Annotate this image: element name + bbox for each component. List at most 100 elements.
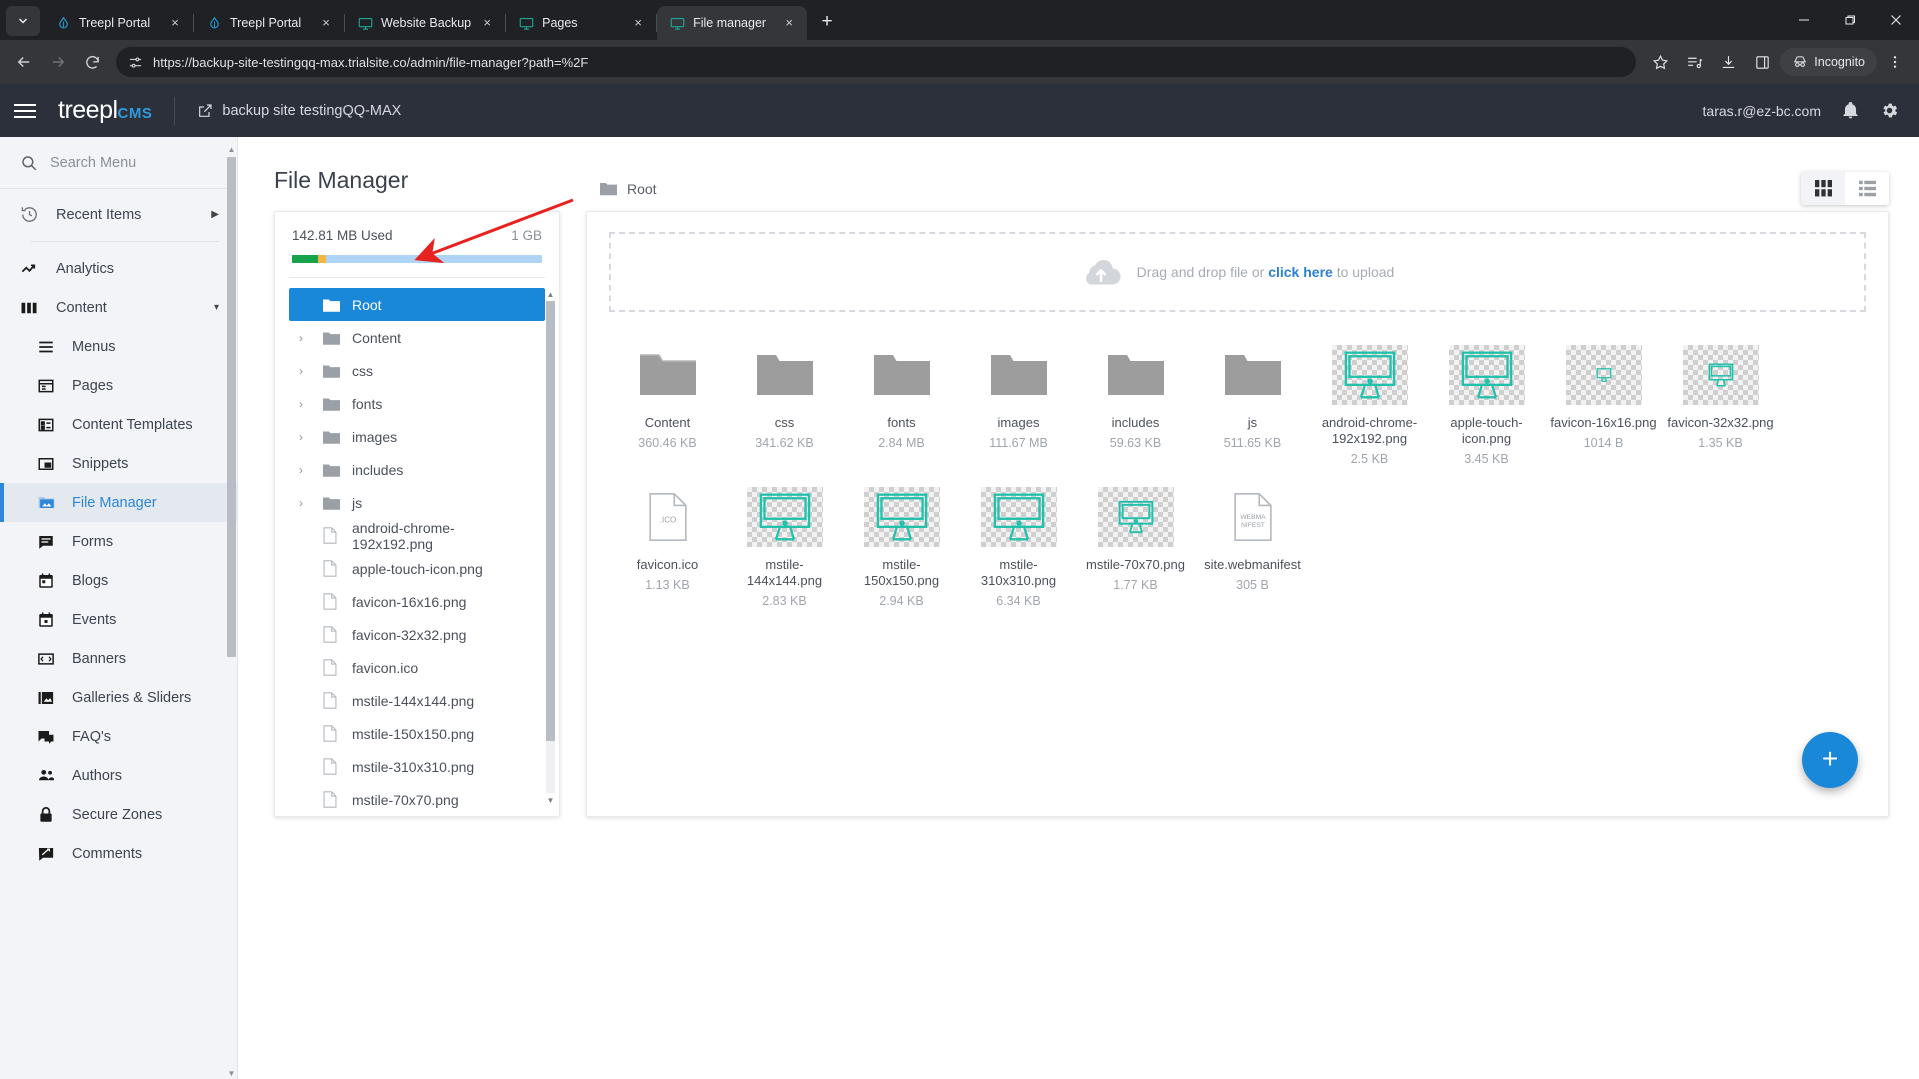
tab-close-icon[interactable]: × <box>479 15 495 31</box>
scroll-up-arrow-icon[interactable]: ▲ <box>546 288 555 300</box>
file-grid-item[interactable]: includes 59.63 KB <box>1077 338 1194 480</box>
tree-node-file[interactable]: › mstile-70x70.png <box>289 783 545 816</box>
sidebar-item-content[interactable]: Content ▾ <box>0 288 237 327</box>
incognito-indicator[interactable]: Incognito <box>1780 48 1877 76</box>
tree-scrollbar-thumb[interactable] <box>546 301 555 741</box>
tree-node-fonts[interactable]: › fonts <box>289 387 545 420</box>
file-grid-item[interactable]: fonts 2.84 MB <box>843 338 960 480</box>
tree-node-includes[interactable]: › includes <box>289 453 545 486</box>
scroll-up-arrow-icon[interactable]: ▲ <box>227 143 236 155</box>
file-grid-item[interactable]: favicon-32x32.png 1.35 KB <box>1662 338 1779 480</box>
file-grid-item[interactable]: js 511.65 KB <box>1194 338 1311 480</box>
settings-gear-icon[interactable] <box>1880 101 1899 120</box>
file-grid-item[interactable]: mstile-70x70.png 1.77 KB <box>1077 480 1194 622</box>
file-grid-item[interactable]: android-chrome-192x192.png 2.5 KB <box>1311 338 1428 480</box>
tab-search-button[interactable] <box>6 6 40 36</box>
chevron-right-icon[interactable]: › <box>299 331 312 345</box>
file-grid-item[interactable]: apple-touch-icon.png 3.45 KB <box>1428 338 1545 480</box>
window-close-icon[interactable] <box>1873 3 1919 37</box>
chevron-right-icon[interactable]: › <box>299 463 312 477</box>
chevron-right-icon[interactable]: › <box>299 397 312 411</box>
file-grid-item[interactable]: mstile-150x150.png 2.94 KB <box>843 480 960 622</box>
browser-tab-2[interactable]: Website Backup × <box>345 6 505 40</box>
reload-button-icon[interactable] <box>76 46 108 78</box>
site-settings-icon[interactable] <box>128 55 143 70</box>
window-maximize-icon[interactable] <box>1827 3 1873 37</box>
tree-node-file[interactable]: › favicon-16x16.png <box>289 585 545 618</box>
tree-node-root[interactable]: › Root <box>289 288 545 321</box>
sidebar-item-recent-items[interactable]: Recent Items ▶ <box>0 195 237 234</box>
app-logo[interactable]: treepl CMS <box>58 96 152 125</box>
tab-close-icon[interactable]: × <box>318 15 334 31</box>
sidebar-item-forms[interactable]: Forms <box>0 522 237 561</box>
sidebar-item-faqs[interactable]: FAQ's <box>0 717 237 756</box>
file-grid-item[interactable]: WEBMA NIFEST site.webmanifest 305 B <box>1194 480 1311 622</box>
browser-tab-3[interactable]: Pages × <box>506 6 656 40</box>
tree-node-content[interactable]: › Content <box>289 321 545 354</box>
browser-tab-1[interactable]: Treepl Portal × <box>194 6 344 40</box>
chevron-right-icon[interactable]: › <box>299 430 312 444</box>
file-grid-item[interactable]: .ICO favicon.ico 1.13 KB <box>609 480 726 622</box>
browser-tab-0[interactable]: Treepl Portal × <box>43 6 193 40</box>
tree-node-file[interactable]: › apple-touch-icon.png <box>289 552 545 585</box>
sidebar-item-galleries-sliders[interactable]: Galleries & Sliders <box>0 678 237 717</box>
sidebar-item-menus[interactable]: Menus <box>0 327 237 366</box>
list-view-button[interactable] <box>1845 172 1889 205</box>
tree-node-js[interactable]: › js <box>289 486 545 519</box>
tree-node-images[interactable]: › images <box>289 420 545 453</box>
forward-button-icon[interactable] <box>42 46 74 78</box>
scroll-down-arrow-icon[interactable]: ▼ <box>546 794 555 806</box>
chevron-right-icon[interactable]: › <box>299 364 312 378</box>
file-grid-item[interactable]: Content 360.46 KB <box>609 338 726 480</box>
tree-node-file[interactable]: › favicon.ico <box>289 651 545 684</box>
sidebar-scrollbar-thumb[interactable] <box>227 157 236 657</box>
browser-tab-4-active[interactable]: File manager × <box>657 6 808 40</box>
click-here-link[interactable]: click here <box>1268 264 1333 280</box>
tab-close-icon[interactable]: × <box>781 15 797 31</box>
sidebar-item-file-manager[interactable]: File Manager <box>0 483 237 522</box>
tree-node-file[interactable]: › android-chrome-192x192.png <box>289 519 545 552</box>
file-grid-item[interactable]: images 111.67 MB <box>960 338 1077 480</box>
sidebar-item-banners[interactable]: Banners <box>0 639 237 678</box>
sidebar-item-analytics[interactable]: Analytics <box>0 249 237 288</box>
menu-toggle-button[interactable] <box>14 96 44 126</box>
window-minimize-icon[interactable] <box>1781 3 1827 37</box>
tree-node-file[interactable]: › favicon-32x32.png <box>289 618 545 651</box>
new-tab-button[interactable]: + <box>813 9 841 37</box>
download-icon[interactable] <box>1712 46 1744 78</box>
back-button-icon[interactable] <box>8 46 40 78</box>
file-grid-item[interactable]: css 341.62 KB <box>726 338 843 480</box>
media-list-icon[interactable] <box>1678 46 1710 78</box>
site-link[interactable]: backup site testingQQ-MAX <box>197 103 401 119</box>
address-bar[interactable]: https://backup-site-testingqq-max.trials… <box>116 47 1637 77</box>
file-grid-item[interactable]: favicon-16x16.png 1014 B <box>1545 338 1662 480</box>
sidebar-item-authors[interactable]: Authors <box>0 756 237 795</box>
file-grid-item[interactable]: mstile-310x310.png 6.34 KB <box>960 480 1077 622</box>
sidebar-item-comments[interactable]: Comments <box>0 834 237 873</box>
sidebar-item-events[interactable]: Events <box>0 600 237 639</box>
sidebar-item-pages[interactable]: Pages <box>0 366 237 405</box>
add-new-button[interactable]: + <box>1802 732 1858 788</box>
tree-node-css[interactable]: › css <box>289 354 545 387</box>
breadcrumb[interactable]: Root <box>600 181 657 197</box>
file-grid-item[interactable]: mstile-144x144.png 2.83 KB <box>726 480 843 622</box>
tab-close-icon[interactable]: × <box>630 15 646 31</box>
chevron-right-icon[interactable]: › <box>299 496 312 510</box>
tab-close-icon[interactable]: × <box>167 15 183 31</box>
tree-node-file[interactable]: › mstile-310x310.png <box>289 750 545 783</box>
sidebar-item-snippets[interactable]: Snippets <box>0 444 237 483</box>
user-email-label[interactable]: taras.r@ez-bc.com <box>1703 103 1821 119</box>
tree-node-file[interactable]: › mstile-144x144.png <box>289 684 545 717</box>
notifications-bell-icon[interactable] <box>1841 101 1860 120</box>
grid-view-button[interactable] <box>1801 172 1845 205</box>
sidebar-item-blogs[interactable]: Blogs <box>0 561 237 600</box>
side-panel-icon[interactable] <box>1746 46 1778 78</box>
sidebar-scrollbar[interactable]: ▲ ▼ <box>227 143 236 1079</box>
upload-dropzone[interactable]: Drag and drop file or click here to uplo… <box>609 232 1866 312</box>
search-input[interactable] <box>50 154 200 171</box>
sidebar-item-secure-zones[interactable]: Secure Zones <box>0 795 237 834</box>
tree-node-file[interactable]: › mstile-150x150.png <box>289 717 545 750</box>
bookmark-star-icon[interactable] <box>1644 46 1676 78</box>
sidebar-item-content-templates[interactable]: Content Templates <box>0 405 237 444</box>
tree-scrollbar[interactable]: ▲ ▼ <box>546 288 555 806</box>
